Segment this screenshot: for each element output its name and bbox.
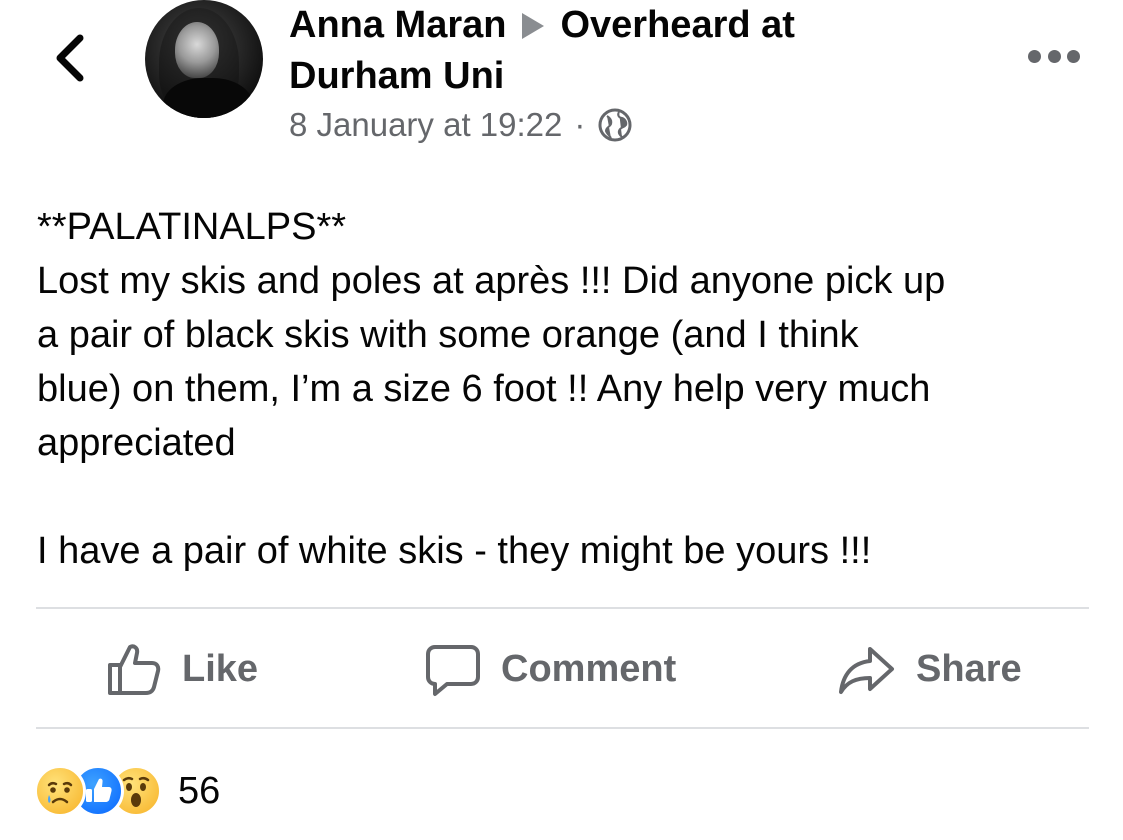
action-bar: Like Comment Share — [0, 610, 1123, 728]
like-label: Like — [182, 647, 259, 690]
back-button[interactable] — [46, 30, 94, 86]
sad-reaction-icon — [34, 765, 86, 817]
reactions-summary[interactable]: 56 — [34, 762, 220, 820]
more-options-button[interactable] — [1028, 44, 1080, 68]
divider — [36, 607, 1089, 609]
comment-button[interactable]: Comment — [425, 610, 676, 728]
meta-separator: · — [574, 106, 586, 143]
divider — [36, 727, 1089, 729]
post-header: Anna Maran Overheard at Durham Uni 8 Janu… — [289, 0, 909, 144]
post-text-line: a pair of black skis with some orange (a… — [37, 314, 859, 356]
avatar[interactable] — [145, 0, 263, 118]
more-dot-icon — [1047, 49, 1061, 63]
post-title: Anna Maran Overheard at Durham Uni — [289, 0, 909, 102]
comment-bubble-icon — [426, 645, 480, 696]
comment-label: Comment — [501, 647, 677, 690]
thumbs-up-icon — [108, 644, 161, 695]
chevron-left-icon — [56, 34, 84, 82]
post-text-line: Lost my skis and poles at après !!! Did … — [37, 260, 946, 302]
globe-icon — [598, 108, 632, 142]
share-arrow-icon — [839, 647, 894, 694]
post-text-line: I have a pair of white skis - they might… — [37, 530, 872, 572]
more-dot-icon — [1067, 49, 1080, 63]
share-label: Share — [916, 647, 1022, 690]
share-button[interactable]: Share — [838, 610, 1022, 728]
like-button[interactable]: Like — [106, 610, 258, 728]
triangle-right-icon — [522, 13, 545, 39]
reaction-count: 56 — [178, 769, 221, 812]
author-name[interactable]: Anna Maran — [289, 4, 506, 46]
post-meta: 8 January at 19:22 · — [289, 106, 909, 144]
more-dot-icon — [1028, 49, 1041, 63]
post-body: **PALATINALPS** Lost my skis and poles a… — [37, 200, 1097, 578]
post-text-line: appreciated — [37, 422, 236, 464]
post-timestamp[interactable]: 8 January at 19:22 — [289, 106, 562, 144]
post-text-line: blue) on them, I’m a size 6 foot !! Any … — [37, 368, 931, 410]
post-text-line: **PALATINALPS** — [37, 206, 347, 248]
